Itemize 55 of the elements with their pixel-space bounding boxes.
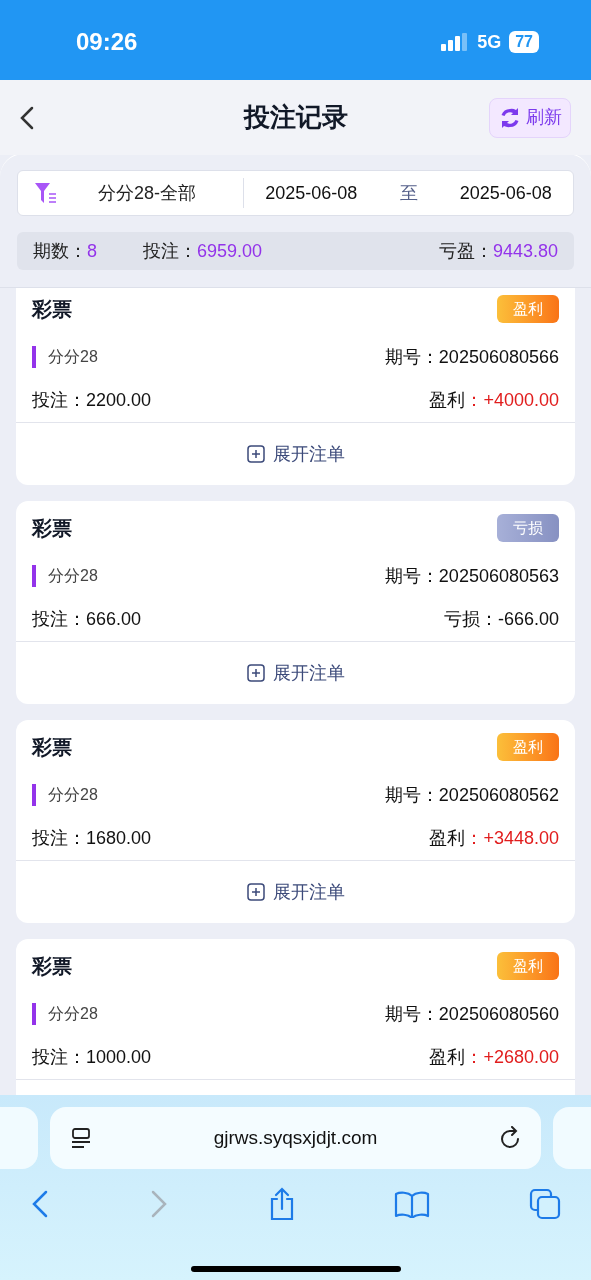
record-title: 彩票	[32, 735, 72, 760]
page-title: 投注记录	[243, 101, 348, 134]
accent-bar	[32, 1003, 36, 1025]
result-amount: 盈利：+4000.00	[429, 388, 559, 412]
book-icon[interactable]	[394, 1190, 431, 1218]
start-date[interactable]: 2025-06-08	[265, 179, 358, 207]
record-title: 彩票	[32, 297, 72, 322]
signal-icon	[441, 33, 470, 51]
accent-bar	[32, 565, 36, 587]
expand-button[interactable]: 展开注单	[246, 878, 345, 906]
bet-amount: 投注：666.00	[32, 607, 142, 631]
issue-number: 期号：202506080562	[384, 783, 559, 807]
status-badge: 盈利	[497, 295, 559, 323]
url-field[interactable]: gjrws.syqsxjdjt.com	[50, 1107, 541, 1169]
reload-icon[interactable]	[499, 1126, 521, 1150]
summary-count: 期数：8	[33, 239, 98, 263]
accent-bar	[32, 784, 36, 806]
game-name: 分分28	[48, 347, 98, 367]
status-badge: 盈利	[497, 952, 559, 980]
issue-number: 期号：202506080566	[384, 345, 559, 369]
result-amount: 亏损：-666.00	[443, 607, 559, 631]
bet-amount: 投注：2200.00	[32, 388, 152, 412]
summary-profit: 亏盈：9443.80	[438, 239, 558, 263]
bet-amount: 投注：1680.00	[32, 826, 152, 850]
plus-square-icon	[246, 883, 265, 901]
network-label: 5G	[477, 30, 502, 54]
plus-square-icon	[246, 664, 265, 682]
back-icon[interactable]	[20, 105, 34, 130]
status-time: 09:26	[76, 27, 138, 57]
status-badge: 亏损	[497, 514, 559, 542]
expand-button[interactable]: 展开注单	[246, 440, 345, 468]
result-amount: 盈利：+2680.00	[429, 1045, 559, 1069]
game-name: 分分28	[48, 1004, 98, 1024]
game-name: 分分28	[48, 566, 98, 586]
battery-icon: 77	[509, 31, 539, 53]
url-text: gjrws.syqsxjdjt.com	[213, 1125, 378, 1150]
record-title: 彩票	[32, 954, 72, 979]
issue-number: 期号：202506080560	[384, 1002, 559, 1026]
end-date[interactable]: 2025-06-08	[459, 179, 552, 207]
accent-bar	[32, 346, 36, 368]
bet-amount: 投注：1000.00	[32, 1045, 152, 1069]
date-separator: 至	[399, 181, 418, 205]
summary-bet: 投注：6959.00	[143, 239, 264, 263]
result-amount: 盈利：+3448.00	[429, 826, 559, 850]
filter-icon[interactable]	[34, 181, 58, 205]
plus-square-icon	[246, 445, 265, 463]
tabs-icon[interactable]	[529, 1188, 561, 1220]
refresh-button[interactable]: 刷新	[489, 97, 571, 138]
lottery-select[interactable]: 分分28-全部	[98, 179, 196, 207]
status-badge: 盈利	[497, 733, 559, 761]
reader-icon[interactable]	[70, 1127, 92, 1149]
issue-number: 期号：202506080563	[384, 564, 559, 588]
expand-button[interactable]: 展开注单	[246, 659, 345, 687]
game-name: 分分28	[48, 785, 98, 805]
record-title: 彩票	[32, 516, 72, 541]
